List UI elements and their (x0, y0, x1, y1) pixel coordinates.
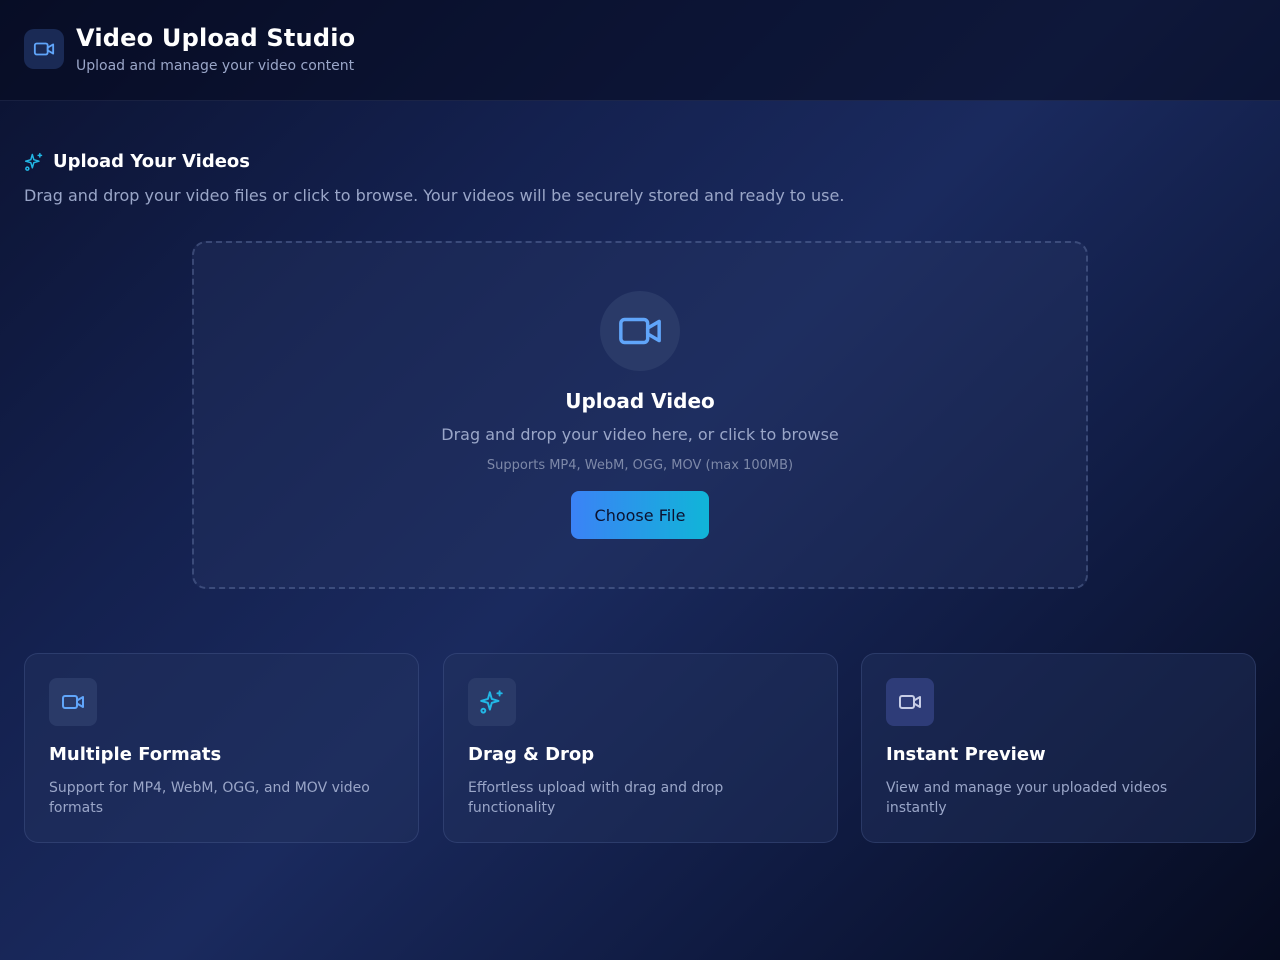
sparkles-icon (24, 152, 44, 172)
upload-dropzone[interactable]: Upload Video Drag and drop your video he… (192, 241, 1088, 589)
dropzone-title: Upload Video (565, 389, 715, 413)
feature-card-drag-drop: Drag & Drop Effortless upload with drag … (443, 653, 838, 843)
feature-title: Drag & Drop (468, 744, 595, 765)
video-camera-icon (600, 291, 680, 371)
app-title: Video Upload Studio (76, 24, 356, 52)
feature-description: Effortless upload with drag and drop fun… (468, 780, 724, 816)
feature-card-instant-preview: Instant Preview View and manage your upl… (861, 653, 1256, 843)
choose-file-button[interactable]: Choose File (571, 491, 709, 539)
feature-title: Multiple Formats (49, 744, 222, 765)
feature-title: Instant Preview (886, 744, 1046, 765)
supported-formats-hint: Supports MP4, WebM, OGG, MOV (max 100MB) (486, 458, 794, 473)
app-subtitle: Upload and manage your video content (76, 58, 355, 74)
video-camera-icon (49, 678, 97, 726)
sparkles-icon (468, 678, 516, 726)
video-camera-icon (24, 29, 64, 69)
section-heading: Upload Your Videos (24, 151, 250, 172)
feature-card-multiple-formats: Multiple Formats Support for MP4, WebM, … (24, 653, 419, 843)
feature-description: View and manage your uploaded videos ins… (886, 780, 1168, 816)
section-description: Drag and drop your video files or click … (24, 186, 845, 205)
video-camera-icon (886, 678, 934, 726)
feature-description: Support for MP4, WebM, OGG, and MOV vide… (49, 780, 370, 816)
app-header: Video Upload Studio Upload and manage yo… (0, 0, 1280, 101)
dropzone-description: Drag and drop your video here, or click … (441, 425, 839, 444)
section-title: Upload Your Videos (53, 151, 250, 172)
